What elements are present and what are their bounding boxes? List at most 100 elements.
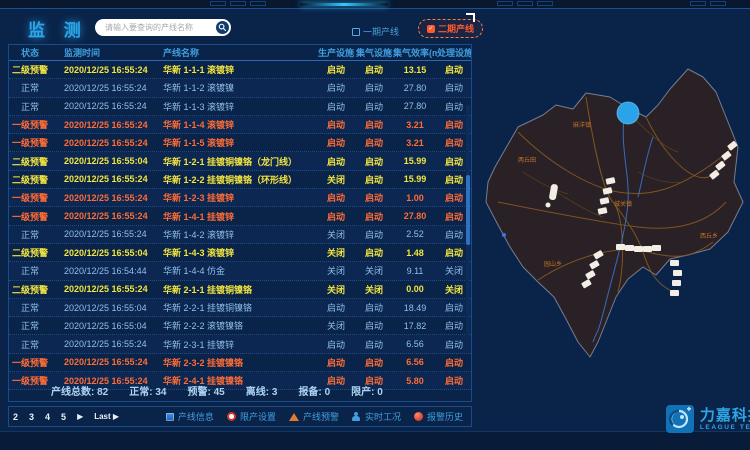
page-button-2[interactable]: 2 bbox=[13, 412, 18, 422]
cell-treatment: 启动 bbox=[437, 81, 471, 94]
map-marker[interactable] bbox=[643, 246, 652, 252]
cell-name: 华新 1-4-4 仿金 bbox=[159, 264, 317, 277]
cell-status: 一级预警 bbox=[9, 118, 51, 131]
legend-realtime-status[interactable]: 实时工况 bbox=[352, 410, 401, 423]
table-row[interactable]: 一级预警2020/12/25 16:55:24华新 2-3-2 挂镀镍铬启动启动… bbox=[9, 354, 471, 372]
cell-efficiency: 0.00 bbox=[393, 284, 437, 294]
bottom-strip bbox=[0, 431, 750, 450]
table-row[interactable]: 正常2020/12/25 16:54:44华新 1-4-4 仿金关闭关闭9.11… bbox=[9, 262, 471, 280]
cell-production: 启动 bbox=[317, 100, 355, 113]
cell-efficiency: 13.15 bbox=[393, 65, 437, 75]
cell-efficiency: 1.48 bbox=[393, 248, 437, 258]
map-marker[interactable] bbox=[672, 280, 681, 286]
col-time: 监测时间 bbox=[51, 46, 159, 59]
stat-limited-label: 限产: bbox=[351, 387, 374, 398]
map-marker[interactable] bbox=[625, 245, 634, 251]
cell-gas: 关闭 bbox=[355, 283, 393, 296]
cell-time: 2020/12/25 16:55:24 bbox=[51, 138, 159, 148]
map-marker[interactable] bbox=[652, 245, 661, 251]
legend-line-info[interactable]: 产线信息 bbox=[166, 410, 214, 423]
cell-gas: 启动 bbox=[355, 319, 393, 332]
cell-time: 2020/12/25 16:55:24 bbox=[51, 339, 159, 349]
legend-line-warning-label: 产线预警 bbox=[303, 410, 339, 423]
action-legend: 产线信息 限产设置 产线预警 实时工况 报警历史 bbox=[166, 410, 463, 423]
table-row[interactable]: 正常2020/12/25 16:55:04华新 2-2-2 滚镀镍铬关闭启动17… bbox=[9, 317, 471, 335]
cell-status: 一级预警 bbox=[9, 210, 51, 223]
cell-name: 华新 2-3-2 挂镀镍铬 bbox=[159, 356, 317, 369]
table-row[interactable]: 二级预警2020/12/25 16:55:24华新 2-1-1 挂镀铜镍铬关闭关… bbox=[9, 281, 471, 299]
cell-production: 关闭 bbox=[317, 173, 355, 186]
search-icon[interactable] bbox=[216, 21, 229, 34]
cell-name: 华新 1-2-3 挂镀锌 bbox=[159, 191, 317, 204]
cell-status: 正常 bbox=[9, 100, 51, 113]
scrollbar-thumb[interactable] bbox=[466, 175, 470, 245]
search-box[interactable] bbox=[95, 19, 231, 36]
cell-name: 华新 1-4-2 滚镀锌 bbox=[159, 228, 317, 241]
logo-name-en: LEAGUE TECH bbox=[700, 424, 750, 431]
cell-name: 华新 1-4-1 挂镀锌 bbox=[159, 210, 317, 223]
cell-production: 启动 bbox=[317, 191, 355, 204]
legend-limit-settings[interactable]: 限产设置 bbox=[227, 410, 276, 423]
map-label: 城关镇 bbox=[614, 200, 632, 208]
cell-name: 华新 1-2-2 挂镀铜镍铬（环形线） bbox=[159, 173, 317, 186]
cell-efficiency: 15.99 bbox=[393, 156, 437, 166]
col-gas: 集气设施 bbox=[355, 46, 393, 59]
search-input[interactable] bbox=[103, 22, 216, 33]
table-row[interactable]: 一级预警2020/12/25 16:55:24华新 1-2-3 挂镀锌启动启动1… bbox=[9, 189, 471, 207]
cell-efficiency: 18.49 bbox=[393, 303, 437, 313]
cell-time: 2020/12/25 16:55:24 bbox=[51, 193, 159, 203]
table-row[interactable]: 一级预警2020/12/25 16:55:24华新 1-4-1 挂镀锌启动启动2… bbox=[9, 207, 471, 225]
marker-chain-southeast[interactable] bbox=[670, 260, 682, 296]
map-marker[interactable] bbox=[670, 260, 679, 266]
table-row[interactable]: 二级预警2020/12/25 16:55:04华新 1-2-1 挂镀铜镍铬（龙门… bbox=[9, 152, 471, 170]
corner-bracket-decor bbox=[466, 13, 475, 22]
table-row[interactable]: 一级预警2020/12/25 16:55:24华新 1-1-4 滚镀锌启动启动3… bbox=[9, 116, 471, 134]
legend-alarm-history[interactable]: 报警历史 bbox=[414, 410, 463, 423]
cell-efficiency: 9.11 bbox=[393, 266, 437, 276]
pagination: 2 3 4 5 ▶ Last ▶ bbox=[13, 412, 119, 422]
table-scrollbar[interactable] bbox=[466, 105, 470, 335]
monitoring-dashboard: 监 测 一期产线 ✓ 二期产线 状态 监测时间 产线名称 生产设施 集气设施 集… bbox=[0, 0, 750, 450]
col-production: 生产设施 bbox=[317, 46, 355, 59]
table-row[interactable]: 正常2020/12/25 16:55:24华新 1-1-2 滚镀镍启动启动27.… bbox=[9, 79, 471, 97]
col-treatment: 处理设施 bbox=[437, 46, 471, 59]
next-page-icon[interactable]: ▶ bbox=[77, 412, 83, 421]
map-marker[interactable] bbox=[634, 246, 643, 252]
table-body: 二级预警2020/12/25 16:55:24华新 1-1-1 滚镀锌启动启动1… bbox=[9, 61, 471, 390]
table-row[interactable]: 正常2020/12/25 16:55:24华新 1-4-2 滚镀锌关闭启动2.5… bbox=[9, 226, 471, 244]
cell-efficiency: 3.21 bbox=[393, 138, 437, 148]
cell-status: 二级预警 bbox=[9, 63, 51, 76]
stat-warning-label: 预警: bbox=[188, 387, 211, 398]
cell-gas: 启动 bbox=[355, 81, 393, 94]
phase1-checkbox[interactable]: 一期产线 bbox=[352, 25, 399, 38]
cell-efficiency: 27.80 bbox=[393, 211, 437, 221]
table-row[interactable]: 正常2020/12/25 16:55:24华新 1-1-3 滚镀锌启动启动27.… bbox=[9, 98, 471, 116]
table-row[interactable]: 二级预警2020/12/25 16:55:24华新 1-1-1 滚镀锌启动启动1… bbox=[9, 61, 471, 79]
legend-alarm-history-label: 报警历史 bbox=[427, 410, 463, 423]
page-button-3[interactable]: 3 bbox=[29, 412, 34, 422]
map-marker[interactable] bbox=[616, 244, 625, 250]
table-row[interactable]: 正常2020/12/25 16:55:04华新 2-2-1 挂镀铜镍铬启动启动1… bbox=[9, 299, 471, 317]
checkbox-icon[interactable] bbox=[352, 28, 360, 36]
cell-status: 一级预警 bbox=[9, 374, 51, 387]
cell-time: 2020/12/25 16:55:24 bbox=[51, 120, 159, 130]
cell-status: 二级预警 bbox=[9, 155, 51, 168]
last-page-button[interactable]: Last ▶ bbox=[94, 412, 119, 421]
map-marker[interactable] bbox=[546, 203, 551, 208]
cell-efficiency: 5.80 bbox=[393, 376, 437, 386]
table-row[interactable]: 正常2020/12/25 16:55:24华新 2-3-1 挂镀锌启动启动6.5… bbox=[9, 335, 471, 353]
map-marker[interactable] bbox=[673, 270, 682, 276]
cell-time: 2020/12/25 16:55:04 bbox=[51, 248, 159, 258]
table-row[interactable]: 一级预警2020/12/25 16:55:24华新 1-1-5 滚镀锌启动启动3… bbox=[9, 134, 471, 152]
page-button-5[interactable]: 5 bbox=[61, 412, 66, 422]
map-cluster-marker[interactable] bbox=[617, 102, 639, 124]
map-label: 麻洋镇 bbox=[573, 121, 591, 129]
stat-normal-value: 34 bbox=[155, 387, 166, 398]
table-row[interactable]: 二级预警2020/12/25 16:55:04华新 1-4-3 滚镀锌关闭启动1… bbox=[9, 244, 471, 262]
table-row[interactable]: 二级预警2020/12/25 16:55:24华新 1-2-2 挂镀铜镍铬（环形… bbox=[9, 171, 471, 189]
page-button-4[interactable]: 4 bbox=[45, 412, 50, 422]
legend-line-warning[interactable]: 产线预警 bbox=[289, 410, 339, 423]
map-marker[interactable] bbox=[670, 290, 679, 296]
dot-icon bbox=[414, 412, 423, 421]
logo-icon bbox=[666, 405, 694, 433]
